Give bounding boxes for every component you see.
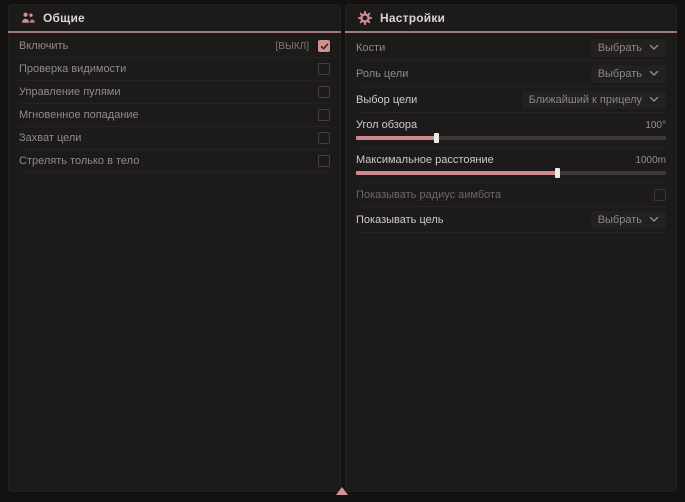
- toggle-row-instant-hit[interactable]: Мгновенное попадание: [19, 104, 330, 127]
- dropdown-value: Выбрать: [598, 214, 642, 226]
- toggle-row-target-lock[interactable]: Захват цели: [19, 127, 330, 150]
- users-icon: [21, 11, 35, 25]
- dropdown-label: Показывать цель: [356, 214, 444, 226]
- toggle-label: Стрелять только в тело: [19, 155, 139, 167]
- toggle-label: Показывать радиус аимбота: [356, 189, 501, 201]
- slider-label: Максимальное расстояние: [356, 154, 494, 166]
- slider-value: 100°: [645, 120, 666, 131]
- visibility-check-checkbox[interactable]: [318, 63, 330, 75]
- dropdown-row-target-select: Выбор цели Ближайший к прицелу: [356, 87, 666, 113]
- fov-slider[interactable]: [356, 136, 666, 140]
- chevron-down-icon: [649, 44, 659, 51]
- target-role-dropdown[interactable]: Выбрать: [591, 65, 666, 83]
- slider-fill: [356, 136, 437, 140]
- dropdown-label: Роль цели: [356, 68, 408, 80]
- target-lock-checkbox[interactable]: [318, 132, 330, 144]
- dropdown-label: Выбор цели: [356, 94, 417, 106]
- body-only-checkbox[interactable]: [318, 155, 330, 167]
- toggle-row-visibility-check[interactable]: Проверка видимости: [19, 58, 330, 81]
- bones-dropdown[interactable]: Выбрать: [591, 39, 666, 57]
- toggle-label: Включить: [19, 40, 68, 52]
- settings-rows: Кости Выбрать Роль цели Выбрать Выбор це…: [345, 33, 677, 233]
- toggle-label: Управление пулями: [19, 86, 121, 98]
- hotkey-badge: [ВЫКЛ]: [276, 41, 309, 52]
- max-distance-slider[interactable]: [356, 171, 666, 175]
- bullet-control-checkbox[interactable]: [318, 86, 330, 98]
- general-rows: Включить [ВЫКЛ] Проверка видимости Управ…: [8, 33, 341, 173]
- panel-general-header: Общие: [8, 4, 341, 33]
- dropdown-row-show-target: Показывать цель Выбрать: [356, 207, 666, 233]
- toggle-row-enable[interactable]: Включить [ВЫКЛ]: [19, 35, 330, 58]
- slider-row-max-distance: Максимальное расстояние 1000m: [356, 148, 666, 183]
- slider-fill: [356, 171, 558, 175]
- panel-settings-header: Настройки: [345, 4, 677, 33]
- dropdown-row-bones: Кости Выбрать: [356, 35, 666, 61]
- slider-row-fov: Угол обзора 100°: [356, 113, 666, 148]
- dropdown-value: Выбрать: [598, 42, 642, 54]
- target-select-dropdown[interactable]: Ближайший к прицелу: [522, 91, 666, 109]
- slider-thumb[interactable]: [434, 133, 439, 143]
- toggle-row-show-aimbot-radius[interactable]: Показывать радиус аимбота: [356, 183, 666, 207]
- show-aimbot-radius-checkbox[interactable]: [654, 189, 666, 201]
- panel-general-title: Общие: [43, 11, 85, 25]
- panel-settings: Настройки Кости Выбрать Роль цели Выбрат…: [345, 4, 677, 492]
- dropdown-label: Кости: [356, 42, 385, 54]
- chevron-down-icon: [649, 70, 659, 77]
- scroll-up-indicator[interactable]: [336, 487, 348, 495]
- panel-settings-title: Настройки: [380, 11, 445, 25]
- show-target-dropdown[interactable]: Выбрать: [591, 211, 666, 229]
- dropdown-value: Ближайший к прицелу: [529, 94, 642, 106]
- chevron-down-icon: [649, 216, 659, 223]
- toggle-row-body-only[interactable]: Стрелять только в тело: [19, 150, 330, 173]
- slider-head: Угол обзора 100°: [356, 117, 666, 133]
- panel-general: Общие Включить [ВЫКЛ] Проверка видимости…: [8, 4, 341, 492]
- instant-hit-checkbox[interactable]: [318, 109, 330, 121]
- dropdown-row-target-role: Роль цели Выбрать: [356, 61, 666, 87]
- slider-label: Угол обзора: [356, 119, 417, 131]
- slider-value: 1000m: [635, 155, 666, 166]
- toggle-label: Мгновенное попадание: [19, 109, 139, 121]
- gear-icon: [358, 11, 372, 25]
- toggle-row-bullet-control[interactable]: Управление пулями: [19, 81, 330, 104]
- toggle-label: Проверка видимости: [19, 63, 126, 75]
- slider-thumb[interactable]: [555, 168, 560, 178]
- toggle-label: Захват цели: [19, 132, 81, 144]
- chevron-down-icon: [649, 96, 659, 103]
- dropdown-value: Выбрать: [598, 68, 642, 80]
- slider-head: Максимальное расстояние 1000m: [356, 152, 666, 168]
- enable-checkbox[interactable]: [318, 40, 330, 52]
